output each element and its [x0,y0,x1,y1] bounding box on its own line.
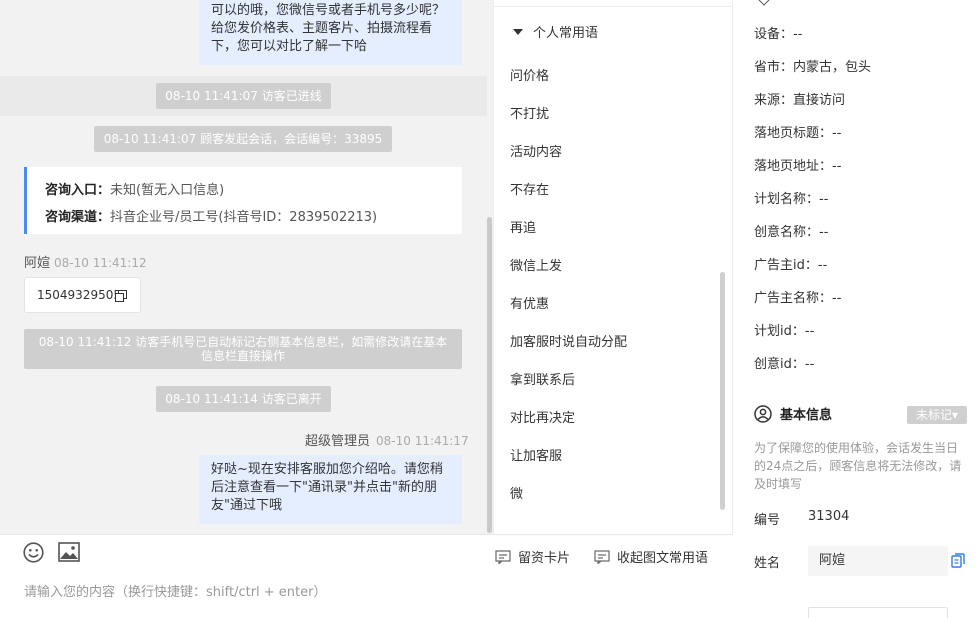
collapse-phrases-button[interactable]: 收起图文常用语 [594,547,708,566]
phrase-item[interactable]: 微信上发 [510,255,562,274]
visitor-name: 阿媗 [24,256,51,271]
lead-card-button[interactable]: 留资卡片 [495,547,570,566]
phrase-item[interactable]: 活动内容 [510,141,562,160]
phrase-item[interactable]: 对比再决定 [510,407,575,426]
phrase-item[interactable]: 再追 [510,217,536,236]
chat-scrollbar[interactable] [487,217,492,533]
phrase-item[interactable]: 让加客服 [510,445,562,464]
lead-card-label: 留资卡片 [518,551,571,566]
consult-channel-value: 抖音企业号/员工号(抖音号ID：2839502213) [110,210,378,225]
info-row-region: 省市：内蒙古，包头 [754,60,872,75]
phrase-item[interactable]: 加客服时说自动分配 [510,331,627,350]
phrase-item[interactable]: 不存在 [510,179,549,198]
card-icon [495,549,511,564]
info-row-landing-title: 落地页标题：-- [754,126,842,141]
id-value: 31304 [808,509,850,524]
info-row-landing-url: 落地页地址：-- [754,159,842,174]
consult-info-card: 咨询入口：未知(暂无入口信息) 咨询渠道：抖音企业号/员工号(抖音号ID：283… [24,167,462,234]
visitor-sender-line: 阿媗 08-10 11:41:12 [24,252,147,271]
info-row-source: 来源：直接访问 [754,93,846,108]
visitor-message-time: 08-10 11:41:12 [54,256,147,270]
mark-status-dropdown[interactable]: 未标记▾ [907,406,967,424]
user-icon [754,404,772,423]
info-row-advertiser-name: 广告主名称：-- [754,291,842,306]
collapse-phrases-label: 收起图文常用语 [617,551,709,566]
consult-channel-label: 咨询渠道： [45,210,111,225]
caret-down-icon [513,28,523,35]
phrase-item[interactable]: 有优惠 [510,293,549,312]
agent-message-bubble-2: 好哒~现在安排客服加您介绍哈。请您稍后注意查看一下"通讯录"并点击"新的朋友"通… [199,455,462,524]
phrase-item[interactable]: 微 [510,483,523,502]
copy-name-icon[interactable] [951,553,965,568]
image-icon[interactable] [58,542,80,562]
emoji-icon[interactable] [23,542,44,563]
copy-icon[interactable] [115,290,127,302]
info-row-plan-name: 计划名称：-- [754,192,829,207]
agent-sender-line: 超级管理员 08-10 11:41:17 [305,430,469,449]
basic-info-title: 基本信息 [780,408,833,423]
id-label: 编号 [754,513,781,528]
phrase-group-title: 个人常用语 [533,26,599,41]
system-message-auto-mark: 08-10 11:41:12 访客手机号已自动标记右侧基本信息栏，如需修改请在基… [24,329,462,369]
system-message-session: 08-10 11:41:07 顾客发起会话，会话编号：33895 [94,126,392,152]
divider [493,6,733,7]
phrase-item[interactable]: 不打扰 [510,103,549,122]
agent-message-time: 08-10 11:41:17 [376,434,469,448]
info-row-advertiser-id: 广告主id：-- [754,258,828,273]
phrase-group-toggle[interactable]: 个人常用语 [513,22,598,41]
system-message-left: 08-10 11:41:14 访客已离开 [156,386,331,412]
agent-message-bubble: 可以的哦，您微信号或者手机号多少呢？给您发价格表、主题客片、拍摄流程看下，您可以… [199,0,462,65]
name-field[interactable]: 阿媗 [808,546,948,576]
agent-name: 超级管理员 [305,434,371,449]
message-input[interactable]: 请输入您的内容（换行快捷键：shift/ctrl + enter） [24,581,327,600]
info-row-plan-id: 计划id：-- [754,324,815,339]
info-row-device: 设备：-- [754,27,803,42]
info-row-creative-name: 创意名称：-- [754,225,829,240]
phrase-item[interactable]: 问价格 [510,65,549,84]
next-field[interactable] [808,607,948,618]
phrases-scrollbar[interactable] [720,272,725,510]
phrase-item[interactable]: 拿到联系后 [510,369,575,388]
consult-entry-value: 未知(暂无入口信息) [110,183,225,198]
basic-info-section-title: 基本信息 [754,404,832,423]
message-icon [594,549,610,564]
edit-notice: 为了保障您的使用体验，会话发生当日的24点之后，顾客信息将无法修改，请及时填写 [754,441,962,491]
name-label: 姓名 [754,556,781,571]
consult-entry-label: 咨询入口： [45,183,111,198]
info-row-creative-id: 创意id：-- [754,357,815,372]
system-message-entered: 08-10 11:41:07 访客已进线 [156,83,331,109]
